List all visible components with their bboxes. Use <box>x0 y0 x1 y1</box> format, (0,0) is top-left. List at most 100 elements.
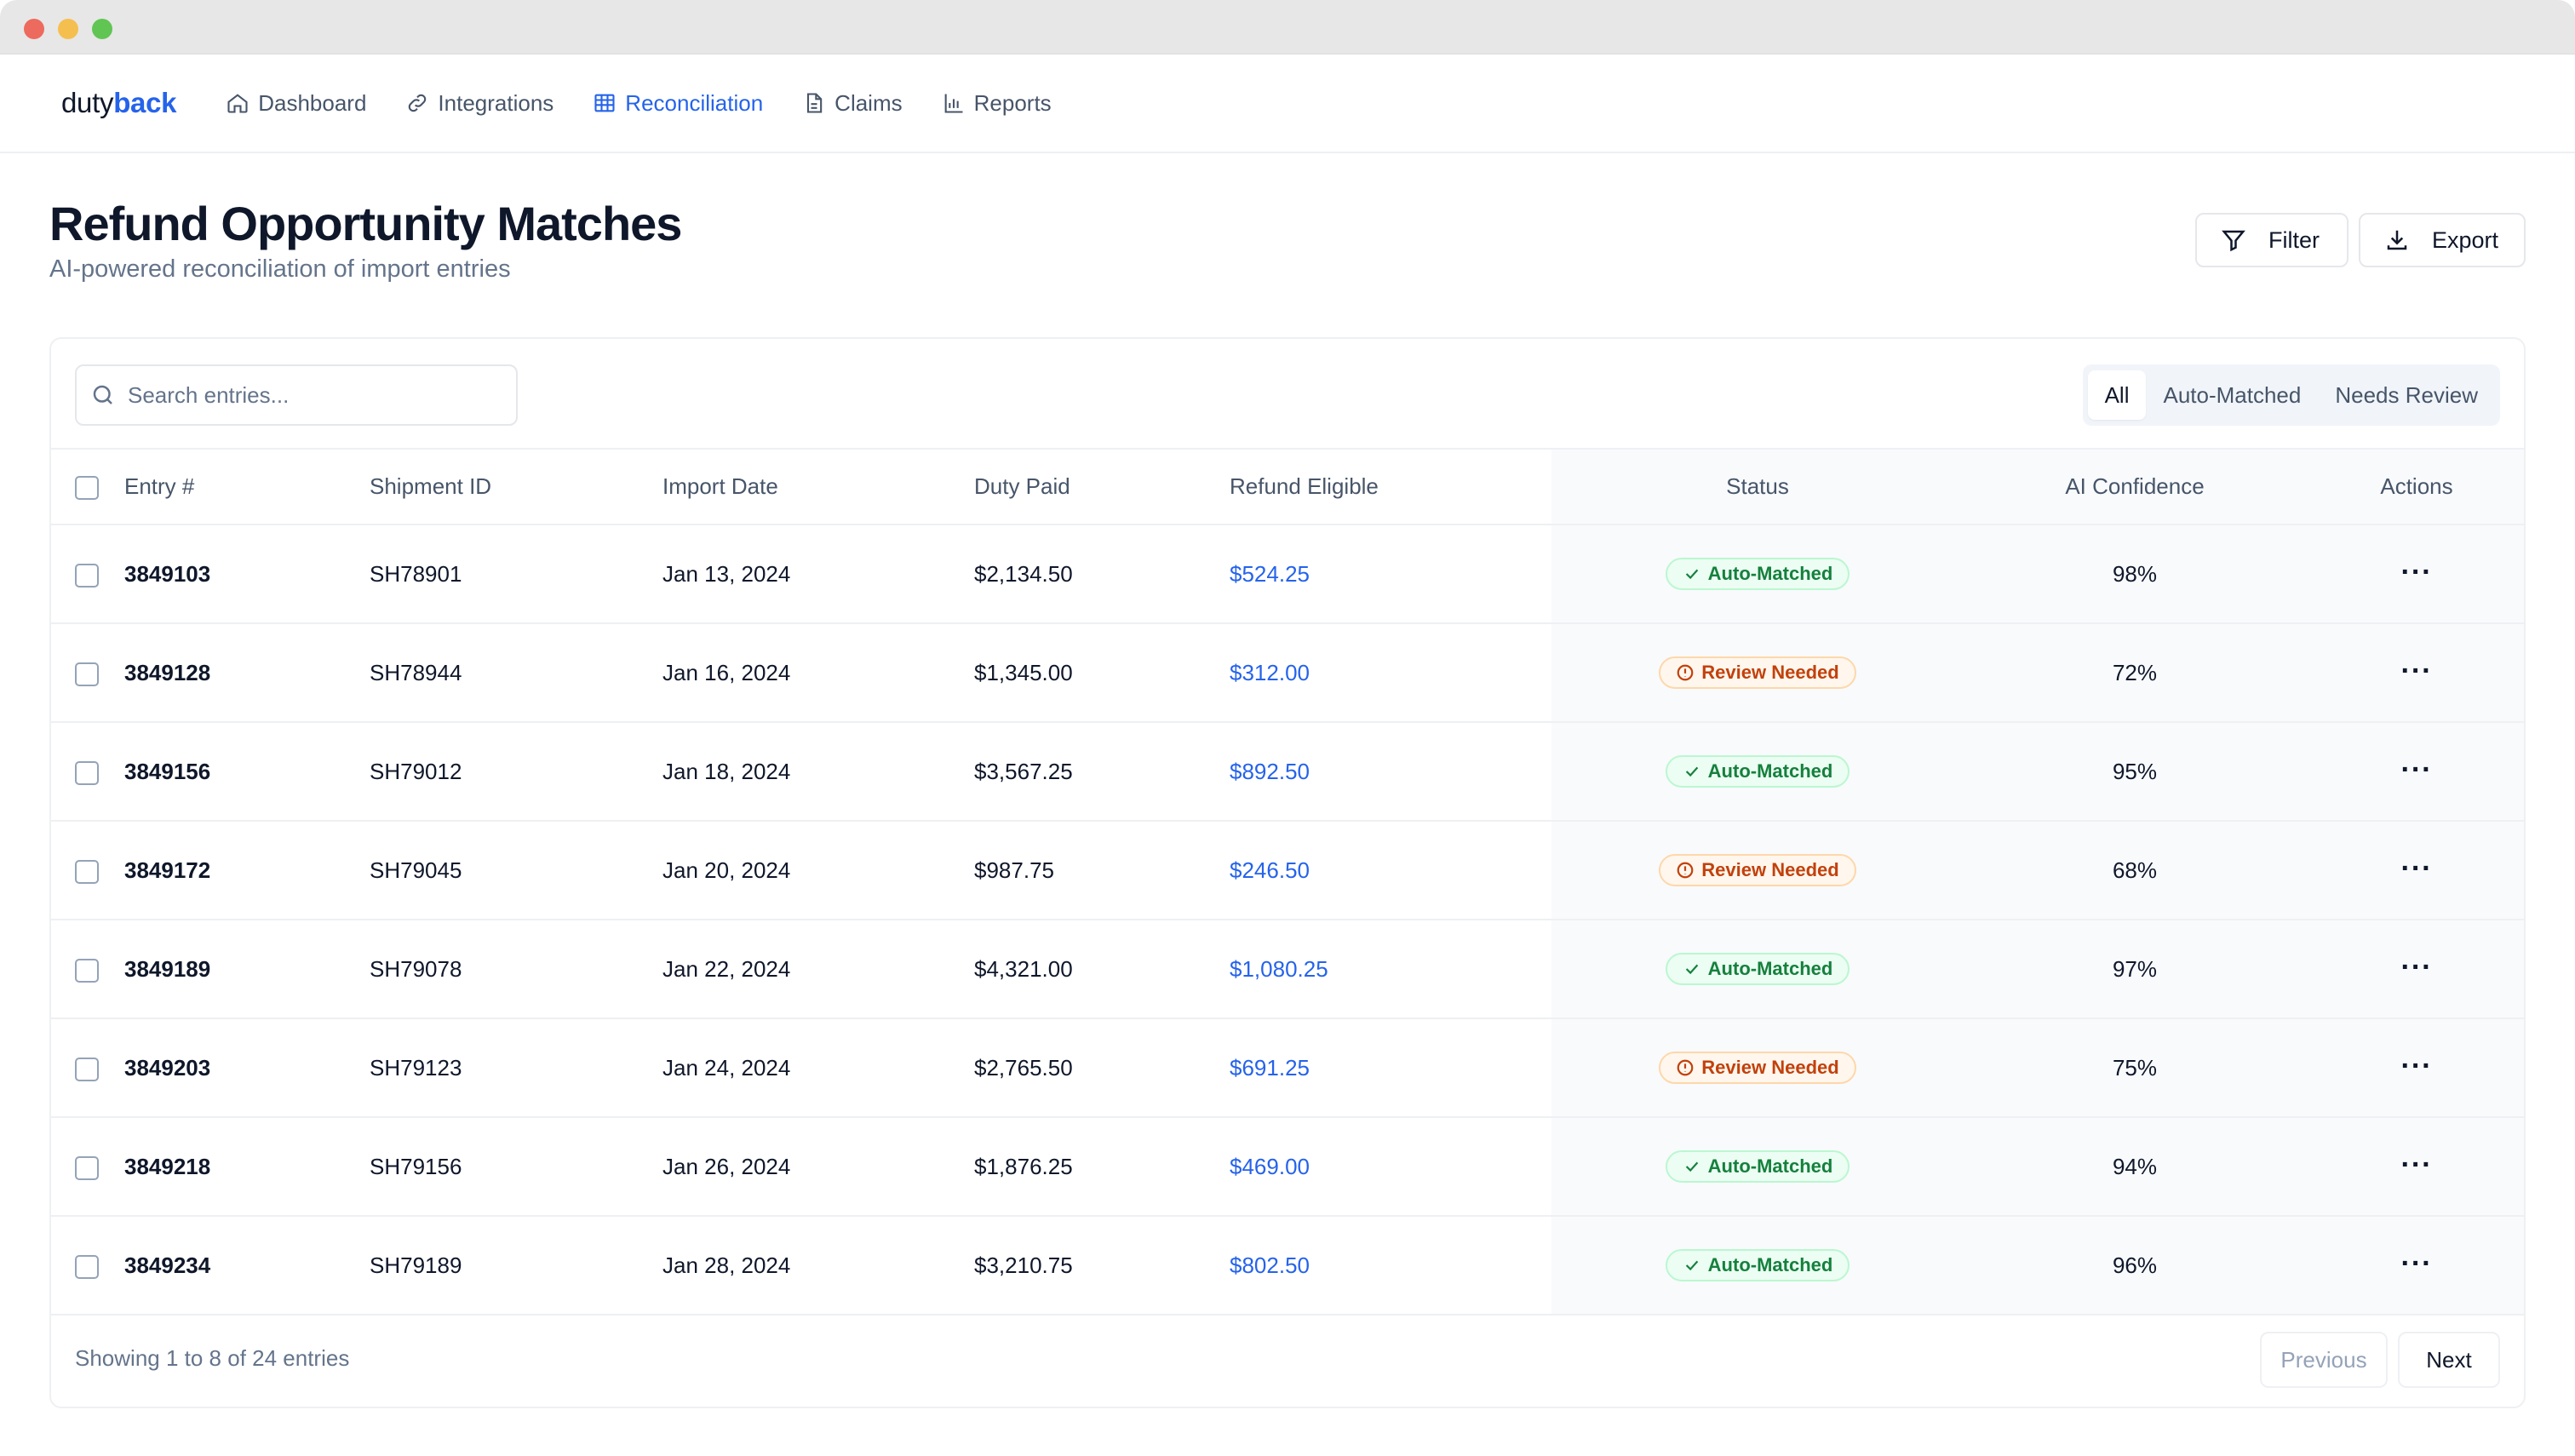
entry-number[interactable]: 3849156 <box>124 722 370 822</box>
status-cell: Auto-Matched <box>1551 920 1964 1019</box>
row-checkbox[interactable] <box>75 1155 99 1180</box>
search-input[interactable] <box>128 381 502 409</box>
more-actions-icon[interactable]: ··· <box>2401 1247 2433 1280</box>
logo-text-light: duty <box>61 87 114 118</box>
segment-auto-matched[interactable]: Auto-Matched <box>2146 370 2318 420</box>
status-cell: Auto-Matched <box>1551 1216 1964 1316</box>
row-checkbox[interactable] <box>75 662 99 686</box>
column-header-shipment[interactable]: Shipment ID <box>370 450 662 525</box>
nav-item-claims[interactable]: Claims <box>802 90 903 117</box>
more-actions-icon[interactable]: ··· <box>2401 754 2433 786</box>
table-row[interactable]: 3849189 SH79078 Jan 22, 2024 $4,321.00 $1,08… <box>51 920 2524 1019</box>
status-badge-label: Auto-Matched <box>1707 958 1833 979</box>
row-select-cell <box>51 1216 124 1316</box>
nav-item-dashboard[interactable]: Dashboard <box>226 90 366 117</box>
table-row[interactable]: 3849218 SH79156 Jan 26, 2024 $1,876.25 $469.… <box>51 1117 2524 1217</box>
refund-eligible: $524.25 <box>1230 525 1551 624</box>
row-checkbox[interactable] <box>75 859 99 884</box>
table-row[interactable]: 3849234 SH79189 Jan 28, 2024 $3,210.75 $802.… <box>51 1216 2524 1316</box>
table-toolbar: All Auto-Matched Needs Review <box>51 339 2524 450</box>
table-row[interactable]: 3849172 SH79045 Jan 20, 2024 $987.75 $246.50… <box>51 821 2524 920</box>
column-header-ai-confidence[interactable]: AI Confidence <box>1964 450 2306 525</box>
column-header-status[interactable]: Status <box>1551 450 1964 525</box>
segment-all[interactable]: All <box>2087 370 2147 420</box>
nav-item-integrations[interactable]: Integrations <box>405 90 553 117</box>
row-checkbox[interactable] <box>75 958 99 983</box>
row-select-cell <box>51 1117 124 1217</box>
shipment-id: SH79123 <box>370 1018 662 1118</box>
status-badge-label: Review Needed <box>1701 662 1839 683</box>
logo[interactable]: dutyback <box>61 87 177 119</box>
column-header-entry[interactable]: Entry # <box>124 450 370 525</box>
close-window-button[interactable] <box>24 19 44 39</box>
entry-number[interactable]: 3849103 <box>124 525 370 624</box>
filter-button[interactable]: Filter <box>2195 213 2348 267</box>
actions-cell: ··· <box>2306 1117 2524 1217</box>
ai-confidence: 97% <box>1964 920 2306 1019</box>
column-header-import-date[interactable]: Import Date <box>662 450 974 525</box>
search-icon <box>93 385 112 404</box>
actions-cell: ··· <box>2306 1216 2524 1316</box>
status-cell: Review Needed <box>1551 821 1964 920</box>
entry-number[interactable]: 3849234 <box>124 1216 370 1316</box>
filter-button-label: Filter <box>2268 226 2320 253</box>
previous-page-button[interactable]: Previous <box>2260 1332 2388 1388</box>
nav-item-reports[interactable]: Reports <box>942 90 1052 117</box>
table-row[interactable]: 3849128 SH78944 Jan 16, 2024 $1,345.00 $312.… <box>51 623 2524 723</box>
filter-icon <box>2222 230 2245 252</box>
check-icon <box>1685 964 1698 975</box>
more-actions-icon[interactable]: ··· <box>2401 951 2433 983</box>
home-icon <box>227 94 248 113</box>
logo-text-bold: back <box>113 87 177 118</box>
more-actions-icon[interactable]: ··· <box>2401 1050 2433 1082</box>
column-header-refund-eligible[interactable]: Refund Eligible <box>1230 450 1551 525</box>
ai-confidence: 96% <box>1964 1216 2306 1316</box>
row-checkbox[interactable] <box>75 1057 99 1081</box>
check-icon <box>1685 766 1698 777</box>
minimize-window-button[interactable] <box>58 19 78 39</box>
entry-number[interactable]: 3849172 <box>124 821 370 920</box>
column-header-duty-paid[interactable]: Duty Paid <box>974 450 1230 525</box>
actions-cell: ··· <box>2306 920 2524 1019</box>
row-checkbox[interactable] <box>75 1254 99 1279</box>
status-badge: Auto-Matched <box>1665 755 1850 788</box>
shipment-id: SH79045 <box>370 821 662 920</box>
status-badge-label: Auto-Matched <box>1707 760 1833 782</box>
import-date: Jan 24, 2024 <box>662 1018 974 1118</box>
table-row[interactable]: 3849203 SH79123 Jan 24, 2024 $2,765.50 $691.… <box>51 1018 2524 1118</box>
more-actions-icon[interactable]: ··· <box>2401 1149 2433 1181</box>
select-all-cell <box>51 450 124 525</box>
alert-circle-icon <box>1677 1059 1694 1076</box>
import-date: Jan 16, 2024 <box>662 623 974 723</box>
status-badge-label: Review Needed <box>1701 1057 1839 1078</box>
duty-paid: $3,210.75 <box>974 1216 1230 1316</box>
duty-paid: $987.75 <box>974 821 1230 920</box>
refund-eligible: $469.00 <box>1230 1117 1551 1217</box>
segment-needs-review[interactable]: Needs Review <box>2318 370 2495 420</box>
next-page-button[interactable]: Next <box>2398 1332 2500 1388</box>
status-badge: Auto-Matched <box>1665 1249 1850 1281</box>
status-cell: Auto-Matched <box>1551 1117 1964 1217</box>
export-button[interactable]: Export <box>2359 213 2526 267</box>
status-badge-label: Auto-Matched <box>1707 1254 1833 1275</box>
row-checkbox[interactable] <box>75 563 99 588</box>
row-checkbox[interactable] <box>75 760 99 785</box>
entry-number[interactable]: 3849189 <box>124 920 370 1019</box>
alert-circle-icon <box>1677 862 1694 879</box>
more-actions-icon[interactable]: ··· <box>2401 556 2433 588</box>
maximize-window-button[interactable] <box>92 19 112 39</box>
ai-confidence: 95% <box>1964 722 2306 822</box>
select-all-checkbox[interactable] <box>75 476 99 501</box>
more-actions-icon[interactable]: ··· <box>2401 852 2433 885</box>
table-row[interactable]: 3849103 SH78901 Jan 13, 2024 $2,134.50 $524.… <box>51 525 2524 624</box>
entry-number[interactable]: 3849218 <box>124 1117 370 1217</box>
refund-eligible: $312.00 <box>1230 623 1551 723</box>
nav-item-reconciliation[interactable]: Reconciliation <box>593 90 763 117</box>
entry-number[interactable]: 3849128 <box>124 623 370 723</box>
more-actions-icon[interactable]: ··· <box>2401 655 2433 687</box>
entry-number[interactable]: 3849203 <box>124 1018 370 1118</box>
search-box[interactable] <box>75 364 518 426</box>
matches-card: All Auto-Matched Needs Review Entry # Sh… <box>49 337 2526 1408</box>
status-segmented-control: All Auto-Matched Needs Review <box>2082 364 2500 426</box>
table-row[interactable]: 3849156 SH79012 Jan 18, 2024 $3,567.25 $892.… <box>51 722 2524 822</box>
